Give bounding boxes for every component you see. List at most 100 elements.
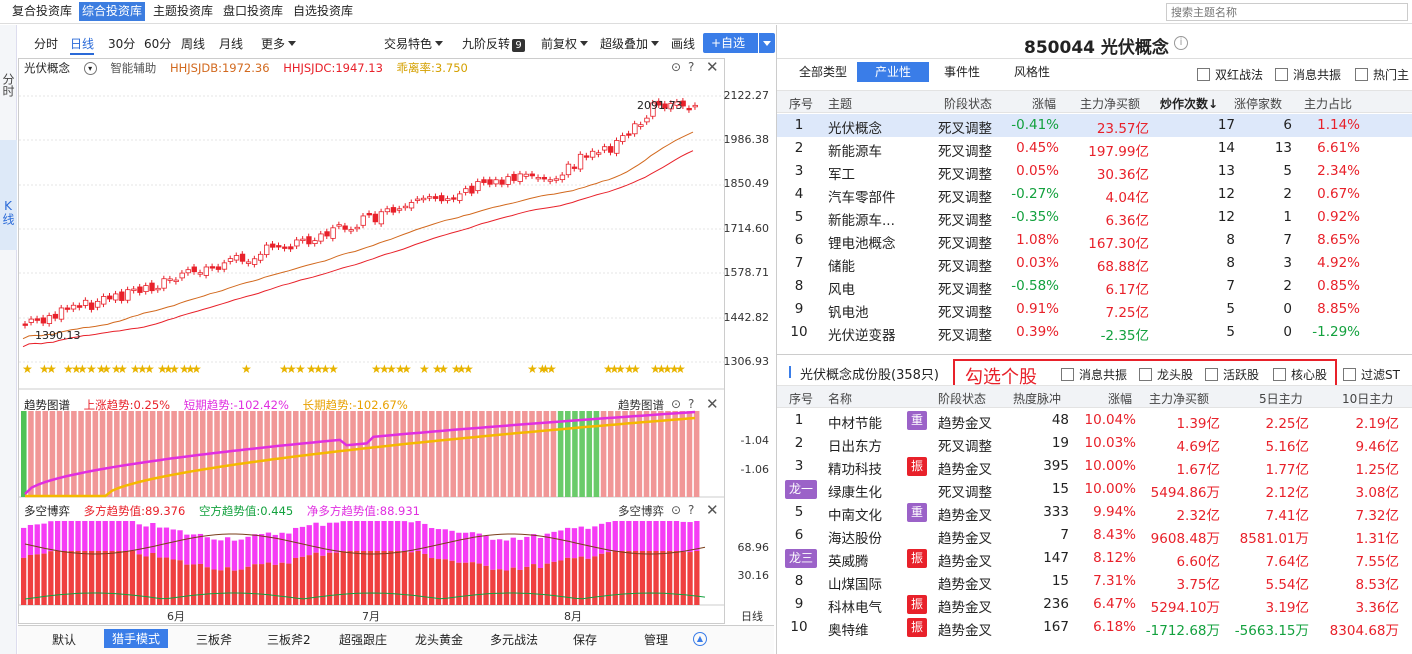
col-header[interactable]: 阶段状态	[944, 95, 992, 112]
check-filter-st[interactable]: 过滤ST	[1343, 366, 1400, 383]
stock-name[interactable]: 科林电气	[828, 596, 882, 616]
col-header[interactable]: 名称	[828, 390, 852, 407]
table-row[interactable]: 10 光伏逆变器 死叉调整 0.39% -2.35亿 5 0 -1.29%	[777, 321, 1412, 344]
strategy-three-axe-2[interactable]: 三板斧2	[267, 631, 311, 648]
dropdown-circle-icon[interactable]: ▾	[83, 62, 97, 75]
stock-name[interactable]: 英威腾	[828, 550, 869, 570]
help-icon[interactable]: ?	[688, 60, 694, 74]
check-double-red[interactable]: 双红战法	[1197, 66, 1263, 83]
col-header[interactable]: 序号	[789, 95, 813, 112]
col-header[interactable]: 涨停家数	[1234, 95, 1282, 112]
close-icon[interactable]: ✕	[706, 58, 719, 76]
strategy-follow-dealer[interactable]: 超强跟庄	[339, 631, 387, 648]
adjust-menu[interactable]: 前复权	[541, 35, 589, 52]
col-header[interactable]: 阶段状态	[938, 390, 986, 407]
table-row[interactable]: 1 光伏概念 死叉调整 -0.41% 23.57亿 17 6 1.14%	[777, 114, 1412, 137]
theme-name[interactable]: 储能	[828, 255, 855, 275]
stock-name[interactable]: 中材节能	[828, 412, 882, 432]
check-hot[interactable]: 热门主	[1355, 66, 1409, 83]
stock-name[interactable]: 日出东方	[828, 435, 882, 455]
side-tab-kline[interactable]: K线	[0, 140, 17, 250]
col-header[interactable]: 5日主力	[1259, 390, 1303, 407]
col-header[interactable]: 主力净买额	[1080, 95, 1140, 112]
settings-icon[interactable]: ⊙	[671, 397, 681, 411]
col-header[interactable]: 主力净买额	[1149, 390, 1209, 407]
stock-name[interactable]: 精功科技	[828, 458, 882, 478]
checkbox-icon[interactable]	[1275, 68, 1288, 81]
table-row[interactable]: 3 精功科技 振 趋势金叉 395 10.00% 1.67亿 1.77亿 1.2…	[777, 455, 1412, 478]
table-row[interactable]: 4 汽车零部件 死叉调整 -0.27% 4.04亿 12 2 0.67%	[777, 183, 1412, 206]
checkbox-icon[interactable]	[1205, 368, 1218, 381]
col-header-sorted[interactable]: 炒作次数↓	[1160, 95, 1218, 112]
check-leader[interactable]: 龙头股	[1139, 366, 1193, 383]
checkbox-icon[interactable]	[1355, 68, 1368, 81]
table-row[interactable]: 8 风电 死叉调整 -0.58% 6.17亿 7 2 0.85%	[777, 275, 1412, 298]
nine-stage-reversal-toggle[interactable]: 九阶反转 9	[462, 35, 526, 52]
strategy-hunter[interactable]: 猎手模式	[104, 629, 169, 648]
period-more[interactable]: 更多	[261, 35, 297, 52]
smart-assist-label[interactable]: 智能辅助	[110, 61, 156, 75]
close-icon[interactable]: ✕	[706, 501, 719, 519]
type-tab-style[interactable]: 风格性	[1004, 62, 1060, 82]
chevron-up-icon[interactable]: ▲	[693, 632, 707, 646]
trade-feature-menu[interactable]: 交易特色	[384, 35, 444, 52]
tab-comprehensive-library[interactable]: 综合投资库	[79, 2, 146, 21]
period-intraday[interactable]: 分时	[34, 35, 58, 52]
col-header[interactable]: 主力占比	[1304, 95, 1352, 112]
period-60min[interactable]: 60分	[144, 35, 171, 52]
overlay-menu[interactable]: 超级叠加	[600, 35, 660, 52]
checkbox-icon[interactable]	[1061, 368, 1074, 381]
add-watchlist-button[interactable]: +自选	[703, 33, 775, 53]
stock-name[interactable]: 山煤国际	[828, 573, 882, 593]
table-row[interactable]: 8 山煤国际 趋势金叉 15 7.31% 3.75亿 5.54亿 8.53亿	[777, 570, 1412, 593]
col-header[interactable]: 10日主力	[1342, 390, 1393, 407]
type-tab-all[interactable]: 全部类型	[789, 62, 857, 82]
theme-name[interactable]: 新能源车...	[828, 209, 895, 229]
col-header[interactable]: 热度脉冲	[1013, 390, 1061, 407]
checkbox-icon[interactable]	[1197, 68, 1210, 81]
check-active[interactable]: 活跃股	[1205, 366, 1259, 383]
type-tab-event[interactable]: 事件性	[934, 62, 990, 82]
stock-name[interactable]: 海达股份	[828, 527, 882, 547]
strategy-leader-gold[interactable]: 龙头黄金	[415, 631, 463, 648]
check-news[interactable]: 消息共振	[1061, 366, 1127, 383]
col-header[interactable]: 主题	[828, 95, 852, 112]
table-row[interactable]: 龙三 英威腾 振 趋势金叉 147 8.12% 6.60亿 7.64亿 7.55…	[777, 547, 1412, 570]
close-icon[interactable]: ✕	[706, 395, 719, 413]
check-core[interactable]: 核心股	[1273, 366, 1327, 383]
stock-name[interactable]: 中南文化	[828, 504, 882, 524]
table-row[interactable]: 5 中南文化 重 趋势金叉 333 9.94% 2.32亿 7.41亿 7.32…	[777, 501, 1412, 524]
table-row[interactable]: 10 奥特维 振 趋势金叉 167 6.18% -1712.68万 -5663.…	[777, 616, 1412, 639]
period-day[interactable]: 日线	[70, 35, 95, 55]
period-month[interactable]: 月线	[219, 35, 243, 52]
theme-name[interactable]: 光伏逆变器	[828, 324, 896, 344]
dropdown-arrow-icon[interactable]	[758, 33, 775, 53]
type-tab-industry[interactable]: 产业性	[857, 62, 930, 82]
check-news-resonance[interactable]: 消息共振	[1275, 66, 1341, 83]
tab-market-library[interactable]: 盘口投资库	[220, 2, 286, 21]
col-header[interactable]: 序号	[789, 390, 813, 407]
table-row[interactable]: 5 新能源车... 死叉调整 -0.35% 6.36亿 12 1 0.92%	[777, 206, 1412, 229]
table-row[interactable]: 7 储能 死叉调整 0.03% 68.88亿 8 3 4.92%	[777, 252, 1412, 275]
theme-name[interactable]: 汽车零部件	[828, 186, 896, 206]
checkbox-icon[interactable]	[1273, 368, 1286, 381]
settings-icon[interactable]: ⊙	[671, 503, 681, 517]
table-row[interactable]: 3 军工 死叉调整 0.05% 30.36亿 13 5 2.34%	[777, 160, 1412, 183]
table-row[interactable]: 6 海达股份 趋势金叉 7 8.43% 9608.48万 8581.01万 1.…	[777, 524, 1412, 547]
theme-name[interactable]: 钒电池	[828, 301, 869, 321]
table-row[interactable]: 6 锂电池概念 死叉调整 1.08% 167.30亿 8 7 8.65%	[777, 229, 1412, 252]
strategy-three-axe[interactable]: 三板斧	[196, 631, 232, 648]
kline-svg[interactable]: 2091.731390.13★ ★★ ★★★★ ★★ ★★ ★★★ ★★★ ★★★ ★ ★★★ ★★…	[19, 59, 725, 625]
table-row[interactable]: 1 中材节能 重 趋势金叉 48 10.04% 1.39亿 2.25亿 2.19…	[777, 409, 1412, 432]
search-input[interactable]	[1166, 3, 1408, 21]
period-week[interactable]: 周线	[181, 35, 205, 52]
table-row[interactable]: 2 新能源车 死叉调整 0.45% 197.99亿 14 13 6.61%	[777, 137, 1412, 160]
info-icon[interactable]: i	[1174, 36, 1188, 50]
tab-composite-library[interactable]: 复合投资库	[9, 2, 75, 21]
help-icon[interactable]: ?	[688, 503, 694, 517]
table-row[interactable]: 龙一 绿康生化 死叉调整 15 10.00% 5494.86万 2.12亿 3.…	[777, 478, 1412, 501]
checkbox-icon[interactable]	[1139, 368, 1152, 381]
theme-name[interactable]: 军工	[828, 163, 855, 183]
checkbox-icon[interactable]	[1343, 368, 1356, 381]
help-icon[interactable]: ?	[688, 397, 694, 411]
